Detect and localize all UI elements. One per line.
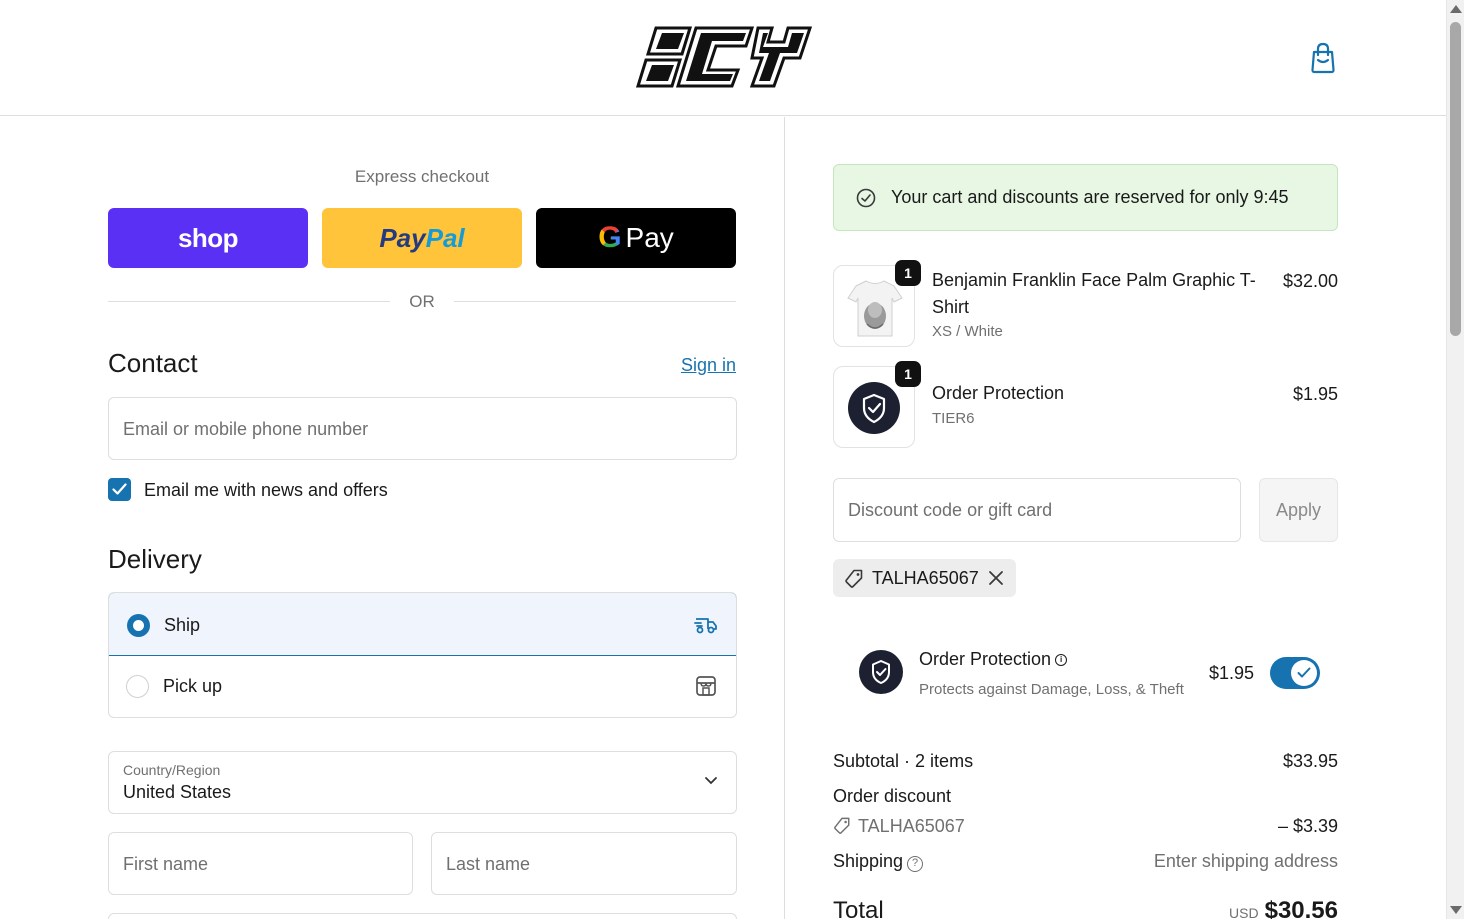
- item-title-line2: Shirt: [932, 297, 970, 317]
- tag-icon: [845, 569, 863, 588]
- scroll-up-arrow[interactable]: [1450, 5, 1462, 13]
- header: [0, 0, 1446, 116]
- truck-icon: [694, 618, 717, 634]
- scroll-thumb[interactable]: [1450, 22, 1461, 336]
- discount-value: – $3.39: [1277, 816, 1338, 836]
- chevron-down-icon: [705, 777, 717, 785]
- item-quantity-badge: 1: [895, 260, 921, 286]
- google-pay-button[interactable]: G Pay: [536, 208, 736, 268]
- reservation-text: Your cart and discounts are reserved for…: [891, 187, 1289, 207]
- contact-title: Contact: [108, 348, 198, 378]
- ship-label: Ship: [164, 615, 201, 635]
- discount-placeholder: Discount code or gift card: [848, 500, 1053, 520]
- subtotal-value: $33.95: [1282, 751, 1338, 771]
- email-field[interactable]: Email or mobile phone number: [108, 397, 737, 460]
- item-price: $32.00: [1282, 271, 1338, 291]
- protection-tier: TIER6: [932, 410, 975, 427]
- protection-price: $1.95: [1292, 384, 1338, 404]
- total-row: Total USD $30.56: [833, 897, 1338, 919]
- shipping-label: Shipping: [833, 851, 904, 871]
- checkmark-icon: [112, 483, 127, 495]
- order-summary: Your cart and discounts are reserved for…: [785, 117, 1446, 919]
- apply-discount-button[interactable]: Apply: [1259, 478, 1338, 542]
- discount-code-label: TALHA65067: [858, 816, 965, 836]
- shop-pay-button[interactable]: shop: [108, 208, 308, 268]
- item-title-line1: Benjamin Franklin Face Palm Graphic T-: [932, 270, 1256, 290]
- subtotal-label: Subtotal · 2 items: [833, 751, 974, 771]
- country-select[interactable]: Country/Region United States: [108, 751, 737, 814]
- country-value: United States: [123, 782, 232, 802]
- item-title: Benjamin Franklin Face Palm Graphic T- S…: [932, 267, 1256, 321]
- delivery-method-group: Ship Pick up: [108, 592, 737, 718]
- shipping-value: Enter shipping address: [1153, 851, 1338, 871]
- first-name-placeholder: First name: [123, 854, 209, 874]
- discount-code-row: TALHA65067 – $3.39: [833, 816, 1338, 837]
- shipping-row: Shipping? Enter shipping address: [833, 851, 1338, 872]
- help-icon[interactable]: ?: [907, 856, 924, 872]
- shop-pay-label: shop: [177, 222, 239, 253]
- checkout-form: Express checkout shop Pay Pal G Pay OR Co…: [0, 117, 784, 919]
- subtotal-row: Subtotal · 2 items $33.95: [833, 751, 1338, 772]
- remove-discount-icon[interactable]: [988, 570, 1004, 586]
- icy-logo[interactable]: [634, 24, 812, 90]
- order-protection-price: $1.95: [1209, 663, 1255, 683]
- toggle-knob: [1291, 660, 1317, 686]
- check-circle-icon: [856, 188, 876, 208]
- last-name-field[interactable]: Last name: [431, 832, 737, 895]
- or-line-right: [454, 301, 736, 302]
- address-field[interactable]: [108, 913, 737, 919]
- protection-title: Order Protection: [932, 383, 1065, 403]
- discount-code-field[interactable]: Discount code or gift card: [833, 478, 1241, 542]
- currency-code: USD: [1229, 905, 1259, 919]
- order-protection-shield-icon: [859, 650, 903, 694]
- total-value: $30.56: [1264, 897, 1338, 919]
- bag-icon: [1311, 42, 1335, 74]
- delivery-title: Delivery: [108, 544, 202, 574]
- paypal-label-pay: Pay: [379, 222, 426, 253]
- paypal-label-pal: Pal: [425, 222, 465, 253]
- checkmark-icon: [1297, 667, 1311, 678]
- order-protection-description: Protects against Damage, Loss, & Theft: [919, 681, 1184, 698]
- pickup-label: Pick up: [163, 676, 223, 696]
- order-protection-title: Order Protection i: [919, 649, 1068, 670]
- applied-code-text: TALHA65067: [872, 568, 979, 588]
- paypal-button[interactable]: Pay Pal: [322, 208, 522, 268]
- delivery-option-ship[interactable]: Ship: [109, 593, 736, 656]
- store-icon: [696, 676, 716, 696]
- pickup-radio[interactable]: [126, 675, 149, 698]
- order-discount-row: Order discount: [833, 786, 1338, 807]
- first-name-field[interactable]: First name: [108, 832, 413, 895]
- order-protection-title-text: Order Protection: [919, 649, 1052, 669]
- info-icon[interactable]: i: [1055, 654, 1068, 667]
- email-placeholder: Email or mobile phone number: [123, 419, 369, 439]
- google-pay-label: Pay: [625, 222, 674, 253]
- order-protection-toggle[interactable]: [1270, 657, 1320, 689]
- total-label: Total: [833, 897, 884, 919]
- google-g-icon: G: [598, 221, 622, 254]
- tag-icon: [834, 817, 850, 834]
- express-checkout-title: Express checkout: [354, 167, 490, 186]
- applied-discount-tag: TALHA65067: [833, 559, 1016, 597]
- cart-button[interactable]: [1308, 42, 1338, 74]
- ship-radio[interactable]: [127, 614, 150, 637]
- last-name-placeholder: Last name: [446, 854, 531, 874]
- scroll-down-arrow[interactable]: [1450, 906, 1462, 914]
- or-text: OR: [409, 292, 435, 311]
- newsletter-checkbox[interactable]: [108, 478, 131, 501]
- newsletter-label: Email me with news and offers: [144, 480, 388, 500]
- country-label: Country/Region: [123, 762, 221, 778]
- item-variant: XS / White: [932, 323, 1003, 340]
- delivery-option-pickup[interactable]: Pick up: [109, 655, 736, 717]
- reservation-banner: Your cart and discounts are reserved for…: [833, 164, 1338, 231]
- sign-in-link[interactable]: Sign in: [660, 355, 736, 376]
- order-discount-label: Order discount: [833, 786, 952, 806]
- page-scrollbar[interactable]: [1446, 0, 1464, 919]
- total-amount: USD $30.56: [1229, 897, 1338, 919]
- protection-quantity-badge: 1: [895, 361, 921, 387]
- or-divider: OR: [108, 290, 736, 312]
